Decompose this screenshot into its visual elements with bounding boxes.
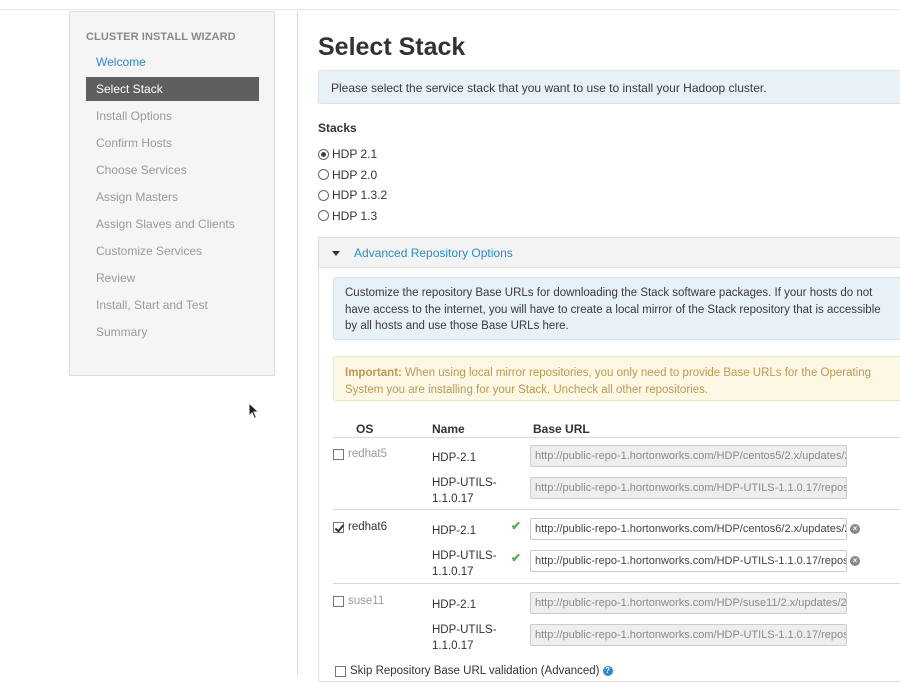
sidebar-header: CLUSTER INSTALL WIZARD [86, 31, 236, 43]
stack-option-label: HDP 2.1 [332, 147, 378, 162]
skip-validation-label: Skip Repository Base URL validation (Adv… [350, 665, 600, 677]
stacks-label: Stacks [318, 121, 357, 135]
col-header-name: Name [432, 422, 465, 436]
step-select-stack[interactable]: Select Stack [86, 77, 259, 101]
stack-info-banner: Please select the service stack that you… [318, 70, 900, 104]
step-review: Review [96, 271, 136, 285]
group-divider [333, 509, 900, 510]
col-header-base-url: Base URL [533, 422, 590, 436]
step-confirm-hosts: Confirm Hosts [96, 136, 173, 150]
os-label: suse11 [348, 595, 385, 607]
base-url-input[interactable]: http://public-repo-1.hortonworks.com/HDP… [530, 550, 847, 572]
step-assign-masters: Assign Masters [96, 190, 179, 204]
wizard-sidebar: CLUSTER INSTALL WIZARD Welcome Select St… [69, 11, 275, 376]
main-content: Select Stack Please select the service s… [318, 0, 900, 682]
radio-unselected[interactable] [318, 169, 329, 181]
checkmark-icon: ✔ [511, 551, 522, 565]
caret-down-icon[interactable] [332, 251, 340, 256]
stack-option-label: HDP 2.0 [332, 167, 378, 182]
base-url-input: http://public-repo-1.hortonworks.com/HDP… [530, 624, 847, 646]
os-checkbox-checked[interactable] [333, 521, 344, 533]
os-checkbox[interactable] [333, 595, 344, 607]
warning-text: When using local mirror repositories, yo… [345, 367, 872, 396]
os-redhat6[interactable]: redhat6 [333, 521, 387, 533]
col-header-os: OS [356, 422, 374, 436]
repo-name: HDP-2.1 [432, 452, 477, 464]
stack-option-label: HDP 1.3.2 [332, 188, 388, 203]
step-summary: Summary [96, 325, 148, 339]
repo-info-box: Customize the repository Base URLs for d… [333, 277, 900, 340]
stack-option-hdp-2-1[interactable]: HDP 2.1 [318, 144, 387, 165]
advanced-repo-toggle[interactable]: Advanced Repository Options [319, 238, 900, 268]
repo-warning-box: Important: When using local mirror repos… [333, 356, 900, 401]
repo-name: HDP-UTILS-1.1.0.17 [432, 624, 497, 652]
step-welcome[interactable]: Welcome [86, 50, 259, 77]
os-label: redhat5 [348, 448, 388, 460]
table-header-divider [333, 437, 900, 438]
group-divider [333, 583, 900, 584]
os-label: redhat6 [348, 521, 388, 533]
mouse-pointer-icon [248, 402, 260, 420]
page-title: Select Stack [318, 33, 466, 61]
stack-radio-group: HDP 2.1 HDP 2.0 HDP 1.3.2 HDP 1.3 [318, 144, 387, 226]
os-checkbox[interactable] [333, 448, 344, 460]
warning-strong: Important: [345, 367, 402, 379]
skip-validation-option[interactable]: Skip Repository Base URL validation (Adv… [335, 665, 613, 677]
step-choose-services: Choose Services [96, 163, 187, 177]
advanced-repo-accordion: Advanced Repository Options Customize th… [318, 237, 900, 682]
radio-selected[interactable] [318, 148, 329, 160]
advanced-repo-title[interactable]: Advanced Repository Options [354, 246, 513, 260]
clear-circle-icon[interactable]: × [850, 524, 860, 534]
step-install-start-test: Install, Start and Test [96, 298, 208, 312]
repo-name: HDP-UTILS-1.1.0.17 [432, 477, 497, 505]
os-redhat5[interactable]: redhat5 [333, 448, 387, 460]
radio-unselected[interactable] [318, 210, 329, 222]
base-url-input: http://public-repo-1.hortonworks.com/HDP… [530, 477, 847, 499]
repo-name: HDP-2.1 [432, 599, 477, 611]
radio-unselected[interactable] [318, 189, 329, 201]
wizard-steps: Welcome Select Stack Install Options Con… [86, 50, 259, 347]
repo-name: HDP-2.1 [432, 525, 477, 537]
step-customize-services: Customize Services [96, 244, 203, 258]
os-suse11[interactable]: suse11 [333, 595, 384, 607]
clear-circle-icon[interactable]: × [850, 556, 860, 566]
stack-option-hdp-1-3[interactable]: HDP 1.3 [318, 206, 387, 227]
base-url-input: http://public-repo-1.hortonworks.com/HDP… [530, 445, 847, 467]
content-divider [297, 11, 298, 675]
step-install-options: Install Options [96, 109, 173, 123]
stack-option-hdp-2-0[interactable]: HDP 2.0 [318, 165, 387, 186]
base-url-input[interactable]: http://public-repo-1.hortonworks.com/HDP… [530, 518, 847, 540]
checkmark-icon: ✔ [511, 519, 522, 533]
step-assign-slaves: Assign Slaves and Clients [96, 217, 235, 231]
base-url-input: http://public-repo-1.hortonworks.com/HDP… [530, 592, 847, 614]
repo-name: HDP-UTILS-1.1.0.17 [432, 550, 497, 578]
stack-option-hdp-1-3-2[interactable]: HDP 1.3.2 [318, 185, 387, 206]
stack-option-label: HDP 1.3 [332, 208, 378, 223]
